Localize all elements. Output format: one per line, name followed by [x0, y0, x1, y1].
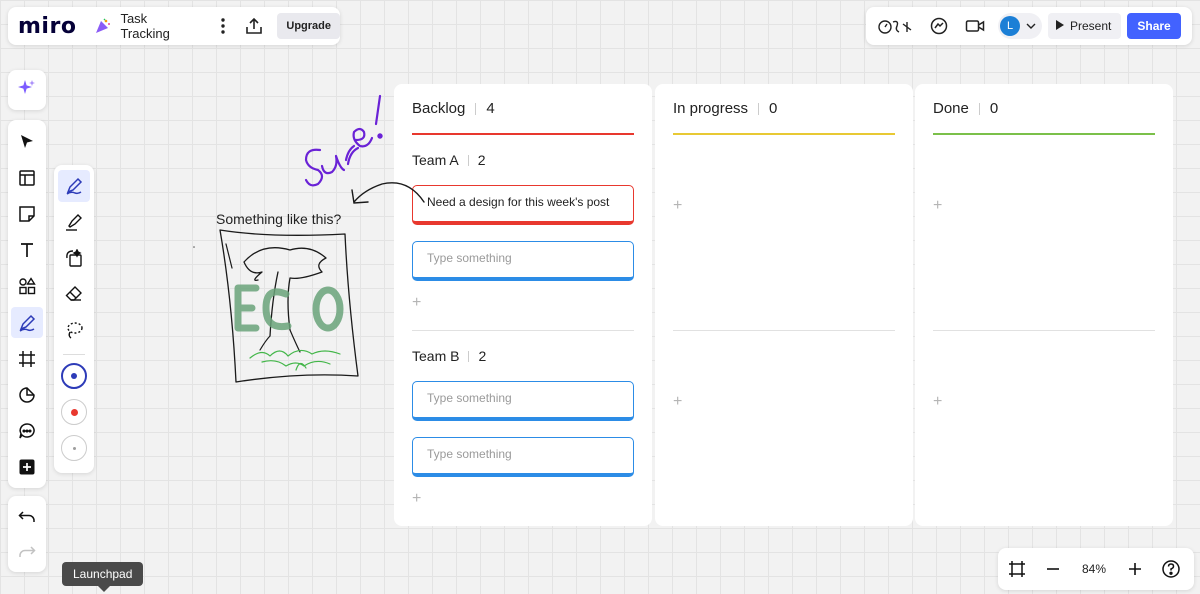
frame-icon[interactable]: [11, 343, 43, 374]
sparkle-icon[interactable]: [11, 72, 43, 104]
column-count: 0: [769, 100, 778, 117]
fit-frame-icon[interactable]: [1002, 554, 1032, 584]
group-header-team-b[interactable]: Team B 2: [412, 348, 486, 364]
add-card-button[interactable]: +: [933, 393, 942, 411]
add-card-button[interactable]: +: [673, 393, 682, 411]
group-divider: [933, 330, 1155, 331]
video-icon[interactable]: [962, 13, 988, 39]
ai-tool-panel: [8, 70, 46, 110]
sketch-caption[interactable]: Something like this?: [216, 211, 341, 227]
miro-logo[interactable]: miro: [18, 14, 76, 39]
group-divider: [673, 330, 895, 331]
group-count: 2: [477, 152, 486, 168]
add-card-button[interactable]: +: [412, 294, 421, 312]
undo-icon[interactable]: [11, 502, 43, 532]
add-card-button[interactable]: +: [412, 490, 421, 508]
text-icon[interactable]: [11, 235, 43, 266]
column-count: 4: [486, 100, 495, 117]
group-count: 2: [478, 348, 487, 364]
pen-color-blue[interactable]: [61, 363, 87, 389]
share-button[interactable]: Share: [1127, 13, 1181, 39]
lasso-icon[interactable]: [58, 314, 90, 346]
eraser-icon[interactable]: [58, 278, 90, 310]
group-title: Team B: [412, 348, 460, 364]
upgrade-button[interactable]: Upgrade: [277, 13, 340, 39]
column-count: 0: [989, 100, 999, 117]
upload-icon[interactable]: [243, 15, 265, 37]
zoom-level[interactable]: 84%: [1072, 562, 1116, 576]
highlighter-icon[interactable]: [58, 206, 90, 238]
card-input[interactable]: Type something: [412, 437, 634, 477]
launchpad-tooltip: Launchpad: [62, 562, 144, 592]
shapes-icon[interactable]: [11, 271, 43, 302]
column-title: In progress: [673, 100, 749, 117]
party-popper-icon[interactable]: [94, 17, 112, 35]
column-backlog[interactable]: Backlog 4 Team A 2 Need a design for thi…: [394, 84, 652, 526]
top-right-bar: L Present Share: [866, 7, 1192, 45]
eco-poster-drawing: [219, 229, 359, 383]
redo-icon[interactable]: [11, 537, 43, 567]
column-accent-line: [412, 133, 634, 135]
card-input[interactable]: Type something: [412, 381, 634, 421]
top-left-bar: miro Task Tracking Upgrade: [8, 7, 340, 45]
avatar[interactable]: L: [1000, 16, 1020, 36]
handwritten-sure-drawing: [304, 94, 383, 187]
sticky-note-icon[interactable]: [11, 198, 43, 229]
column-accent-line: [933, 133, 1155, 135]
group-divider: [412, 330, 634, 331]
sticker-icon[interactable]: [11, 379, 43, 410]
zoom-bar: 84%: [998, 548, 1194, 590]
present-label: Present: [1070, 19, 1112, 33]
present-button[interactable]: Present: [1048, 13, 1122, 39]
card-input[interactable]: Type something: [412, 241, 634, 281]
pen-icon[interactable]: [58, 170, 90, 202]
column-header[interactable]: In progress 0: [673, 100, 777, 117]
chat-icon[interactable]: [926, 13, 952, 39]
zoom-out-icon[interactable]: [1038, 554, 1068, 584]
kebab-menu-icon[interactable]: [216, 15, 230, 37]
add-card-button[interactable]: +: [933, 197, 942, 215]
timer-reactions-icon[interactable]: [876, 13, 916, 39]
templates-icon[interactable]: [11, 162, 43, 193]
pen-icon[interactable]: [11, 307, 43, 339]
pen-color-red[interactable]: [61, 399, 87, 425]
help-icon[interactable]: [1156, 554, 1186, 584]
select-arrow-icon[interactable]: [11, 126, 43, 157]
column-in-progress[interactable]: In progress 0 + +: [655, 84, 913, 526]
column-header[interactable]: Backlog 4: [412, 100, 495, 117]
chevron-down-icon[interactable]: [1026, 23, 1036, 29]
pen-tools-panel: [54, 165, 94, 473]
card-design-post[interactable]: Need a design for this week's post: [412, 185, 634, 225]
column-accent-line: [673, 133, 895, 135]
column-done[interactable]: Done 0 + +: [915, 84, 1173, 526]
pen-divider: [63, 354, 85, 355]
user-avatar-menu[interactable]: L: [998, 13, 1042, 39]
pen-color-gray[interactable]: [61, 435, 87, 461]
play-icon: [1056, 19, 1064, 33]
zoom-in-icon[interactable]: [1120, 554, 1150, 584]
board-title[interactable]: Task Tracking: [120, 11, 199, 41]
undo-redo-panel: [8, 496, 46, 572]
add-card-button[interactable]: +: [673, 197, 682, 215]
column-header[interactable]: Done 0: [933, 100, 998, 117]
smart-draw-icon[interactable]: [58, 242, 90, 274]
main-toolbar: [8, 120, 46, 488]
more-apps-icon[interactable]: [11, 452, 43, 483]
column-title: Done: [933, 100, 969, 117]
group-title: Team A: [412, 152, 459, 168]
column-title: Backlog: [412, 100, 466, 117]
group-header-team-a[interactable]: Team A 2: [412, 152, 486, 168]
comment-icon[interactable]: [11, 416, 43, 447]
